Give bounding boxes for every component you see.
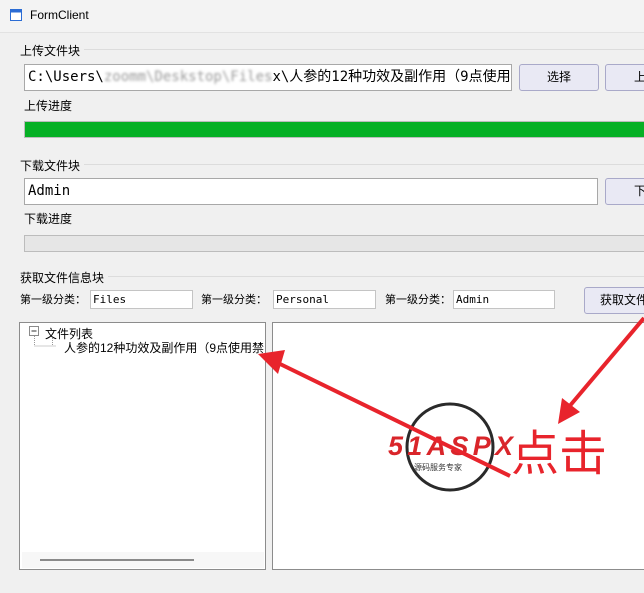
arrow-to-tree-head bbox=[258, 350, 285, 374]
arrow-to-button-head bbox=[558, 398, 580, 424]
annotation-arrows bbox=[258, 316, 644, 478]
arrow-to-button-line bbox=[566, 316, 644, 410]
arrow-to-tree-line bbox=[275, 360, 511, 478]
